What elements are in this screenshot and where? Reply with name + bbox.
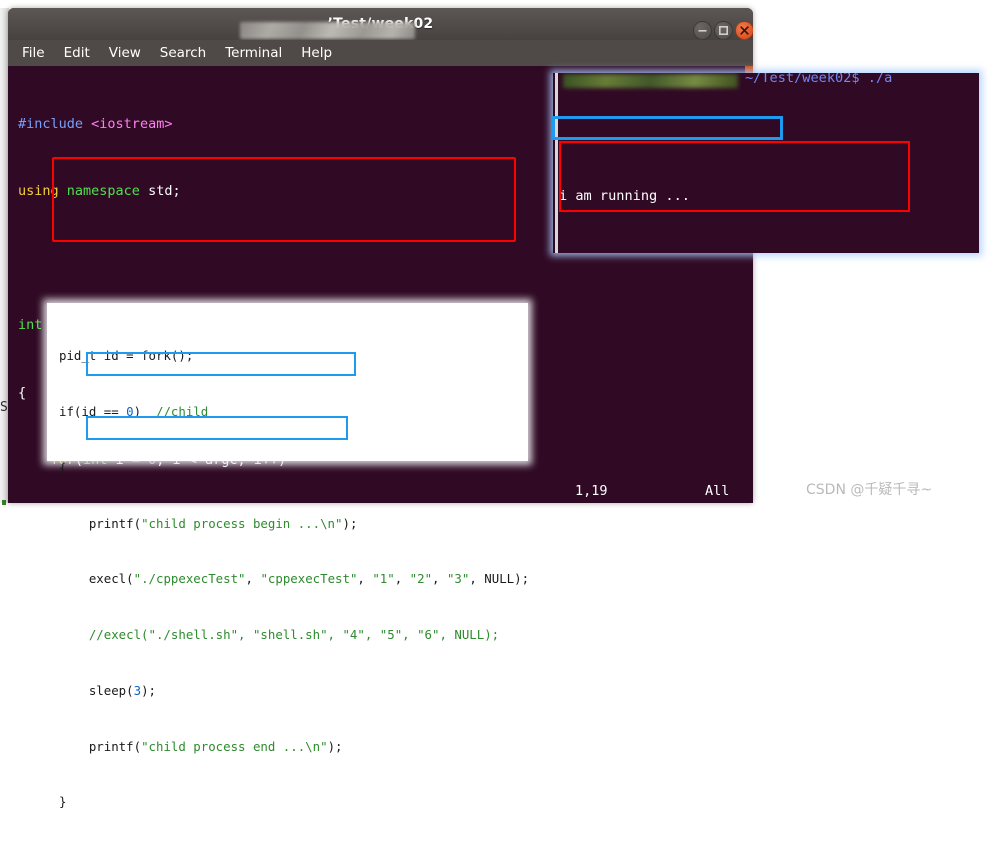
menu-item-search[interactable]: Search xyxy=(160,40,206,66)
output-line: i am running ... xyxy=(559,188,690,205)
snippet-line: pid_t id = fork(); xyxy=(59,348,194,364)
terminal-right-edge-fill xyxy=(745,236,753,503)
prompt-row: ~/Test/week02$ ./a xyxy=(559,73,979,93)
close-button[interactable] xyxy=(735,21,753,40)
snippet-line: execl("./cppexecTest", "cppexecTest", "1… xyxy=(59,571,530,587)
terminal-output-text: ~/Test/week02$ ./a i am running ... pare… xyxy=(553,73,979,253)
output-prompt-line: ~/Test/week02$ ./a xyxy=(559,73,979,140)
code-snippet-text: pid_t id = fork(); if(id == 0) //child {… xyxy=(59,310,529,849)
csdn-watermark: CSDN @千疑千寻~ xyxy=(806,482,933,498)
desktop-dot-artifact xyxy=(2,500,6,505)
snippet-line: } xyxy=(59,794,67,810)
prompt-path: ~/Test/week02$ ./a xyxy=(745,73,893,86)
minimize-button[interactable] xyxy=(693,21,712,40)
scroll-indicator: All xyxy=(705,483,730,499)
terminal-output-panel[interactable]: ~/Test/week02$ ./a i am running ... pare… xyxy=(553,73,979,253)
snippet-line: { xyxy=(59,459,67,475)
close-icon xyxy=(740,26,749,35)
window-titlebar[interactable]: ’Test/week02 xyxy=(8,8,753,40)
code-snippet-panel[interactable]: pid_t id = fork(); if(id == 0) //child {… xyxy=(47,303,529,809)
menu-item-edit[interactable]: Edit xyxy=(64,40,90,66)
menu-item-terminal[interactable]: Terminal xyxy=(225,40,282,66)
snippet-line: sleep(3); xyxy=(59,682,156,698)
snippet-line: if(id == 0) //child xyxy=(59,403,209,419)
maximize-icon xyxy=(719,26,729,36)
menu-bar[interactable]: File Edit View Search Terminal Help xyxy=(8,40,753,66)
snippet-line: printf("child process begin ...\n"); xyxy=(59,515,358,531)
prompt-redacted-user xyxy=(563,74,738,88)
maximize-button[interactable] xyxy=(714,21,733,40)
cursor-position: 1,19 xyxy=(575,483,608,499)
output-line: parent process do other things ... xyxy=(559,252,979,253)
minimize-icon xyxy=(698,30,707,32)
menu-item-file[interactable]: File xyxy=(22,40,45,66)
window-title-redacted-overlay xyxy=(240,22,415,39)
menu-item-help[interactable]: Help xyxy=(301,40,332,66)
snippet-line: //execl("./shell.sh", "shell.sh", "4", "… xyxy=(59,627,500,643)
snippet-line: printf("child process end ...\n"); xyxy=(59,738,343,754)
menu-item-view[interactable]: View xyxy=(109,40,141,66)
